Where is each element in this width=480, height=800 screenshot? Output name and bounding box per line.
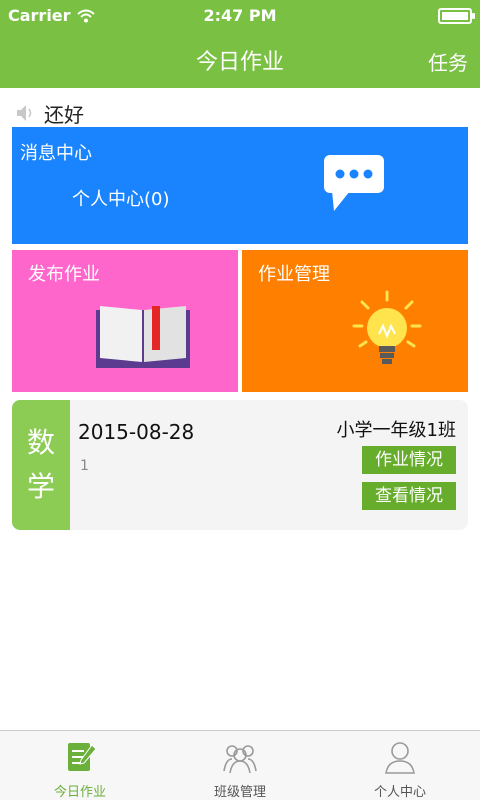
status-bar: Carrier 2:47 PM xyxy=(0,0,480,30)
tab-label: 今日作业 xyxy=(53,785,106,800)
homework-status-button[interactable]: 作业情况 xyxy=(362,446,456,474)
class-group-icon xyxy=(223,745,257,774)
publish-homework-label: 发布作业 xyxy=(28,264,100,285)
class-name: 小学一年级1班 xyxy=(336,420,456,441)
person-icon xyxy=(385,742,415,774)
tab-bar: 今日作业 班级管理 个人中心 xyxy=(0,730,480,800)
speaker-icon xyxy=(17,105,32,121)
message-center-label: 消息中心 xyxy=(20,143,92,164)
subject-char-1: 数 xyxy=(26,426,55,459)
page-title: 今日作业 xyxy=(195,50,284,75)
notice-bar: 还好 xyxy=(14,100,84,127)
homework-date: 2015-08-28 xyxy=(78,420,195,444)
tab-today-homework[interactable]: 今日作业 xyxy=(0,731,160,800)
homework-management-label: 作业管理 xyxy=(258,264,330,285)
chat-bubble-icon xyxy=(324,155,384,211)
tab-class-management[interactable]: 班级管理 xyxy=(160,731,320,800)
subject-badge: 数 学 xyxy=(12,400,70,530)
subject-char-2: 学 xyxy=(26,470,55,503)
tab-personal-center[interactable]: 个人中心 xyxy=(320,731,480,800)
homework-card[interactable]: 数 学 2015-08-28 小学一年级1班 1 作业情况 查看情况 xyxy=(12,400,468,530)
tab-label: 班级管理 xyxy=(213,785,266,800)
top-header: Carrier 2:47 PM 今日作业 任务 xyxy=(0,0,480,88)
task-button[interactable]: 任务 xyxy=(428,47,468,76)
tab-label: 个人中心 xyxy=(373,785,426,800)
homework-management-tile[interactable]: 作业管理 xyxy=(242,250,468,392)
homework-icon xyxy=(68,743,97,771)
message-center-tile[interactable]: 消息中心 个人中心(0) xyxy=(12,127,468,244)
notice-text: 还好 xyxy=(44,102,84,127)
homework-note: 1 xyxy=(80,458,89,474)
personal-center-count: 个人中心(0) xyxy=(72,189,170,210)
app-screen: Carrier 2:47 PM 今日作业 任务 还好 消息中心 个人中心(0) xyxy=(0,0,480,800)
status-time: 2:47 PM xyxy=(203,6,277,25)
publish-homework-tile[interactable]: 发布作业 xyxy=(12,250,238,392)
lightbulb-icon xyxy=(352,290,422,364)
book-icon xyxy=(96,306,190,368)
battery-icon xyxy=(438,8,475,24)
view-status-button[interactable]: 查看情况 xyxy=(362,482,456,510)
